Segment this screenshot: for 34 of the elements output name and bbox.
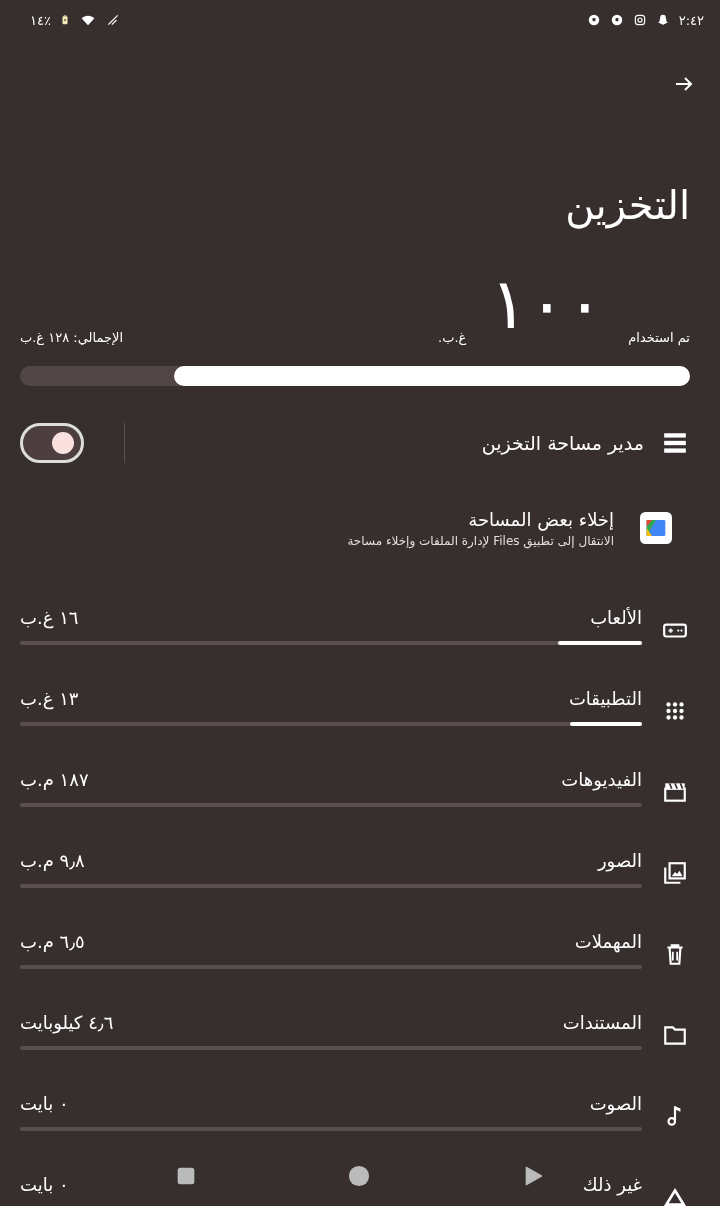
folder-app-icon[interactable] (640, 512, 672, 544)
category-size: ١٨٧ م.ب (20, 768, 89, 792)
category-name[interactable]: الصوت (589, 1091, 642, 1117)
category-size: ١٦ غ.ب (20, 606, 79, 631)
category-name[interactable]: التطبيقات (568, 686, 642, 712)
category-size: ٦٫٥ م.ب (20, 930, 85, 954)
category-size: ٤٫٦ كيلوبايت (20, 1011, 114, 1036)
category-name[interactable]: الفيديوهات (561, 767, 642, 793)
camera-icon (632, 13, 647, 27)
recents-icon[interactable] (176, 1166, 196, 1186)
category-name[interactable]: غير ذلك (582, 1172, 642, 1198)
category-name[interactable]: المهملات (574, 929, 642, 955)
home-icon[interactable] (348, 1165, 370, 1187)
storage-icon (662, 430, 688, 456)
signal-off-icon (105, 13, 120, 27)
category-size: ٠ بايت (20, 1092, 69, 1116)
used-unit: غ.ب. (438, 329, 467, 347)
category-size: ٠ بايت (20, 1173, 69, 1197)
free-up-title[interactable]: إخلاء بعض المساحة (347, 508, 614, 530)
clock: ٢:٤٢ (678, 12, 704, 28)
category-size: ١٣ غ.ب (20, 687, 79, 712)
used-label: تم استخدام (628, 329, 690, 348)
battery-percentage: ٪١٤ (30, 12, 51, 28)
category-name[interactable]: المستندات (562, 1010, 642, 1036)
toggle-switch[interactable] (20, 423, 84, 463)
category-size: ٩٫٨ م.ب (20, 849, 85, 873)
free-up-description: الانتقال إلى تطبيق Files لإدارة الملفات وإخلاء مساحة (347, 533, 614, 548)
total-capacity: الإجمالي: ١٢٨ غ.ب (20, 329, 124, 347)
photo-gallery-icon (662, 860, 688, 886)
category-name[interactable]: الصور (597, 848, 642, 874)
used-amount: ١٠٠ (490, 264, 605, 344)
category-name[interactable]: الألعاب (590, 605, 642, 631)
storage-manager-label: مدير مساحة التخزين (481, 432, 644, 454)
page-title: التخزين (564, 181, 690, 230)
